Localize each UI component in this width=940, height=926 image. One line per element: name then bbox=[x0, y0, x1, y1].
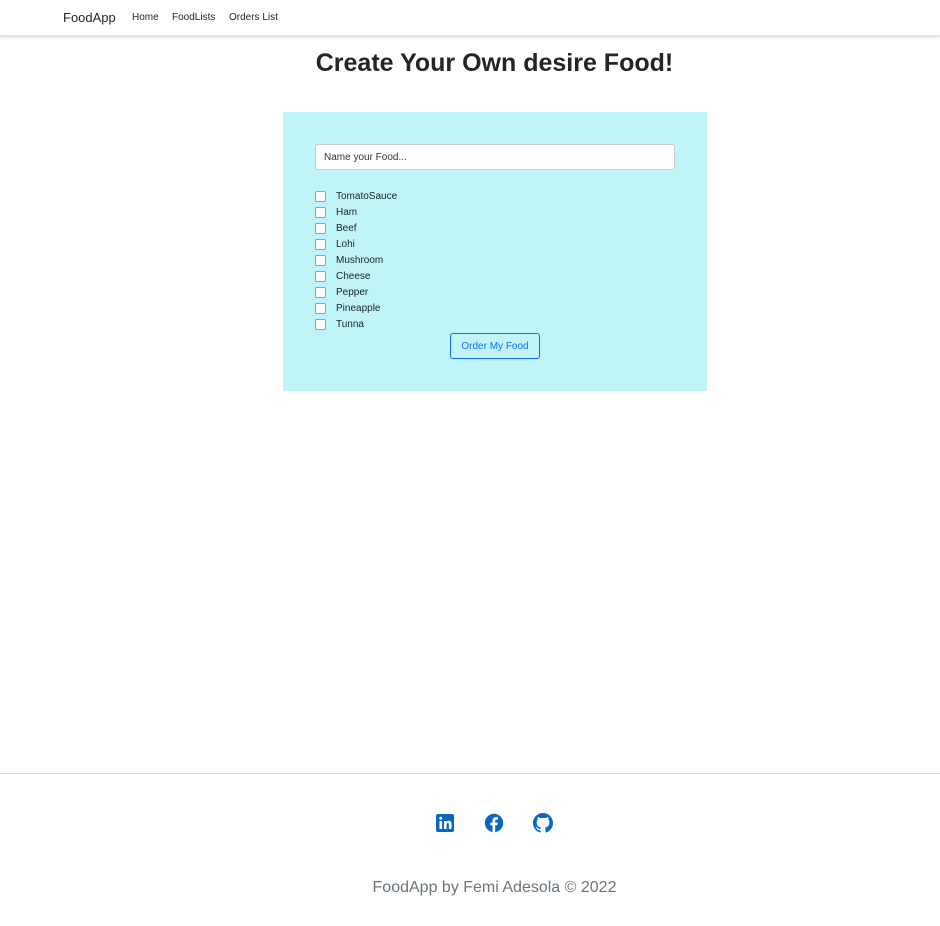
ingredient-item-tomatosauce: TomatoSauce bbox=[315, 188, 397, 204]
footer-copyright: FoodApp by Femi Adesola © 2022 bbox=[372, 879, 617, 896]
ingredient-item-pepper: Pepper bbox=[315, 284, 397, 300]
ingredient-list: TomatoSauce Ham Beef Lohi Mushroom Chees… bbox=[315, 188, 397, 332]
ingredient-checkbox-beef[interactable] bbox=[315, 222, 326, 234]
ingredient-label: Mushroom bbox=[336, 254, 384, 266]
ingredient-label: Ham bbox=[336, 206, 358, 218]
ingredient-checkbox-cheese[interactable] bbox=[315, 270, 326, 282]
ingredient-label: Tunna bbox=[336, 318, 364, 330]
ingredient-label: TomatoSauce bbox=[336, 190, 398, 202]
linkedin-icon[interactable] bbox=[435, 813, 455, 833]
nav-link-home[interactable]: Home bbox=[132, 12, 159, 23]
ingredient-item-pineapple: Pineapple bbox=[315, 300, 397, 316]
github-icon[interactable] bbox=[533, 813, 553, 833]
ingredient-label: Beef bbox=[336, 222, 357, 234]
footer-divider bbox=[0, 773, 940, 774]
ingredient-checkbox-tunna[interactable] bbox=[315, 318, 326, 330]
ingredient-checkbox-lohi[interactable] bbox=[315, 238, 326, 250]
create-food-form: TomatoSauce Ham Beef Lohi Mushroom Chees… bbox=[283, 112, 707, 391]
nav-link-orders-list[interactable]: Orders List bbox=[229, 12, 278, 23]
facebook-icon[interactable] bbox=[484, 813, 504, 833]
navbar: FoodApp Home FoodLists Orders List bbox=[0, 0, 940, 36]
ingredient-label: Cheese bbox=[336, 270, 371, 282]
ingredient-checkbox-mushroom[interactable] bbox=[315, 254, 326, 266]
brand-link[interactable]: FoodApp bbox=[63, 10, 116, 25]
ingredient-label: Pineapple bbox=[336, 302, 381, 314]
ingredient-checkbox-tomatosauce[interactable] bbox=[315, 190, 326, 202]
ingredient-item-cheese: Cheese bbox=[315, 268, 397, 284]
page-title: Create Your Own desire Food! bbox=[315, 49, 674, 77]
ingredient-item-beef: Beef bbox=[315, 220, 397, 236]
order-my-food-button[interactable]: Order My Food bbox=[450, 333, 540, 359]
ingredient-checkbox-pineapple[interactable] bbox=[315, 302, 326, 314]
food-name-input[interactable] bbox=[315, 144, 675, 170]
nav-link-foodlists[interactable]: FoodLists bbox=[172, 12, 215, 23]
ingredient-label: Pepper bbox=[336, 286, 369, 298]
ingredient-item-ham: Ham bbox=[315, 204, 397, 220]
ingredient-item-tunna: Tunna bbox=[315, 316, 397, 332]
ingredient-checkbox-pepper[interactable] bbox=[315, 286, 326, 298]
ingredient-checkbox-ham[interactable] bbox=[315, 206, 326, 218]
ingredient-item-lohi: Lohi bbox=[315, 236, 397, 252]
ingredient-item-mushroom: Mushroom bbox=[315, 252, 397, 268]
ingredient-label: Lohi bbox=[336, 238, 355, 250]
